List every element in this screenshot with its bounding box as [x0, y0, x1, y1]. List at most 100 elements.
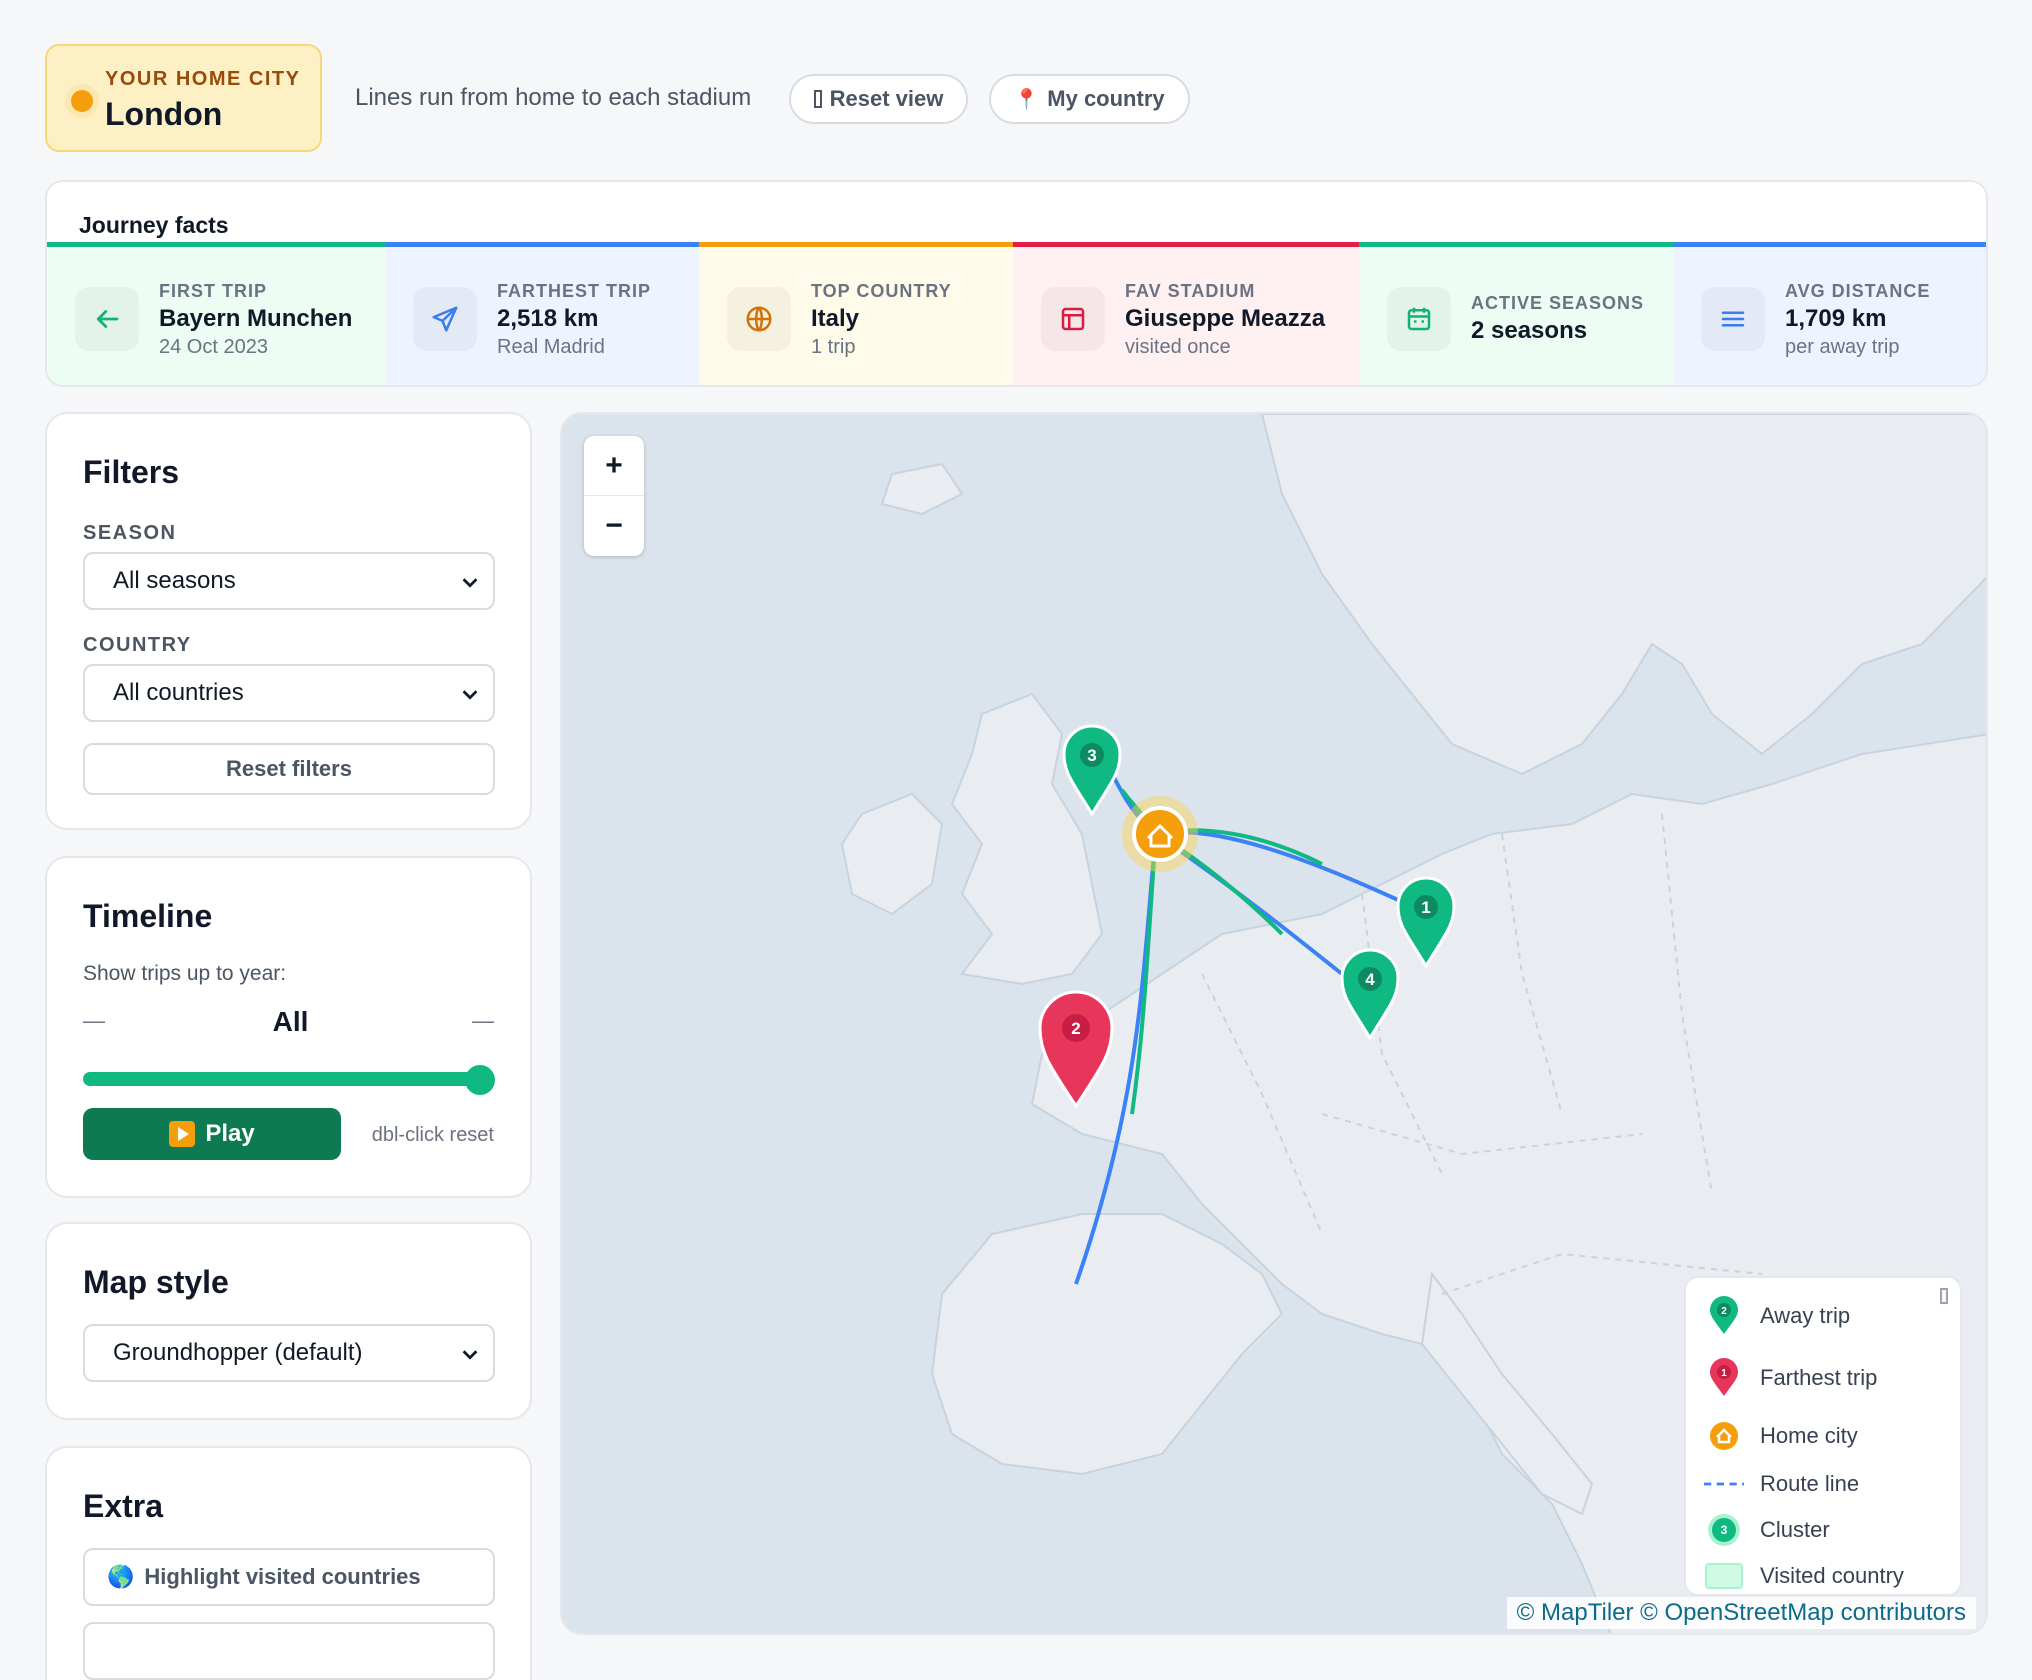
- away-pin-icon: 2: [1704, 1296, 1744, 1336]
- fact-value: 1,709 km: [1785, 305, 1887, 332]
- globe-icon: 🌎: [107, 1564, 135, 1589]
- map-legend: 2 Away trip 1 Farthest trip Home city Ro…: [1684, 1276, 1962, 1596]
- fact-sub: 1 trip: [811, 336, 856, 358]
- home-kicker: YOUR HOME CITY: [105, 68, 301, 90]
- legend-label: Farthest trip: [1760, 1365, 1878, 1390]
- country-select-value: All countries: [113, 679, 244, 706]
- season-select[interactable]: All seasons: [83, 552, 495, 610]
- fact-label: TOP COUNTRY: [811, 281, 952, 301]
- timeline-title: Timeline: [83, 898, 213, 934]
- fact-sub: visited once: [1125, 336, 1231, 358]
- fact-sub: per away trip: [1785, 336, 1900, 358]
- fact-farthest-trip: FARTHEST TRIP 2,518 km Real Madrid: [385, 242, 699, 385]
- highlight-visited-label: Highlight visited countries: [144, 1564, 421, 1589]
- timeline-slider-handle[interactable]: [465, 1065, 495, 1095]
- zoom-out-button[interactable]: −: [584, 496, 644, 556]
- reset-icon: [813, 90, 822, 108]
- legend-label: Cluster: [1760, 1517, 1830, 1542]
- fact-active-seasons: ACTIVE SEASONS 2 seasons: [1359, 242, 1673, 385]
- marker-label: 2: [1071, 1019, 1080, 1038]
- extra-card: Extra 🌎 Highlight visited countries: [45, 1446, 532, 1680]
- home-city-name: London: [105, 96, 223, 132]
- timeline-hint: dbl-click reset: [371, 1124, 494, 1146]
- reset-view-label: Reset view: [829, 86, 944, 111]
- chevron-down-icon: [462, 578, 478, 588]
- fact-label: FAV STADIUM: [1125, 281, 1256, 301]
- timeline-caption: Show trips up to year:: [83, 962, 287, 985]
- routes-hint: Lines run from home to each stadium: [355, 84, 752, 111]
- calendar-icon: [1387, 287, 1451, 351]
- home-city-marker[interactable]: [1132, 806, 1188, 862]
- reset-view-button[interactable]: Reset view: [789, 74, 968, 124]
- extra-button-2[interactable]: [83, 1622, 495, 1680]
- legend-cluster: 3 Cluster: [1704, 1510, 1830, 1550]
- farthest-pin-icon: 1: [1704, 1358, 1744, 1398]
- timeline-max: —: [472, 1008, 494, 1033]
- map-canvas[interactable]: 3 1 4 2 + − 2 Away trip 1 Farthest trip …: [560, 412, 1988, 1635]
- marker-label: 4: [1365, 970, 1375, 989]
- legend-collapse-icon[interactable]: [1940, 1288, 1948, 1304]
- fact-sub: 24 Oct 2023: [159, 336, 268, 358]
- timeline-card: Timeline Show trips up to year: — All — …: [45, 856, 532, 1198]
- legend-home-city: Home city: [1704, 1416, 1858, 1456]
- fact-value: Giuseppe Meazza: [1125, 305, 1326, 332]
- home-dot-icon: [71, 90, 93, 112]
- fact-avg-distance: AVG DISTANCE 1,709 km per away trip: [1673, 242, 1986, 385]
- play-button[interactable]: Play: [83, 1108, 341, 1160]
- home-icon: [1704, 1416, 1744, 1456]
- legend-symbol-text: 2: [1721, 1306, 1727, 1317]
- filters-card: Filters SEASON All seasons COUNTRY All c…: [45, 412, 532, 830]
- fact-label: FARTHEST TRIP: [497, 281, 652, 301]
- dashed-line-icon: [1704, 1464, 1744, 1504]
- map-style-title: Map style: [83, 1264, 229, 1300]
- map-attribution[interactable]: © MapTiler © OpenStreetMap contributors: [1506, 1597, 1976, 1629]
- marker-label: 3: [1087, 746, 1096, 765]
- country-label: COUNTRY: [83, 634, 192, 656]
- my-country-button[interactable]: 📍 My country: [989, 74, 1190, 124]
- zoom-controls: + −: [584, 436, 644, 556]
- highlight-visited-button[interactable]: 🌎 Highlight visited countries: [83, 1548, 495, 1606]
- menu-icon: [1701, 287, 1765, 351]
- stadium-icon: [1041, 287, 1105, 351]
- fact-top-country: TOP COUNTRY Italy 1 trip: [699, 242, 1013, 385]
- chevron-down-icon: [462, 1350, 478, 1360]
- reset-filters-button[interactable]: Reset filters: [83, 743, 495, 795]
- my-country-label: My country: [1047, 86, 1165, 111]
- filters-title: Filters: [83, 454, 180, 490]
- map-style-card: Map style Groundhopper (default): [45, 1222, 532, 1420]
- cluster-icon: 3: [1704, 1510, 1744, 1550]
- country-select[interactable]: All countries: [83, 664, 495, 722]
- journey-facts-title: Journey facts: [79, 212, 229, 238]
- fact-fav-stadium: FAV STADIUM Giuseppe Meazza visited once: [1013, 242, 1359, 385]
- fact-value: 2 seasons: [1471, 317, 1588, 344]
- play-label: Play: [205, 1120, 255, 1147]
- chevron-down-icon: [462, 690, 478, 700]
- home-city-card: YOUR HOME CITY London: [45, 44, 322, 152]
- fact-value: Italy: [811, 305, 860, 332]
- play-icon: [169, 1121, 196, 1147]
- zoom-in-button[interactable]: +: [584, 436, 644, 496]
- legend-label: Home city: [1760, 1423, 1858, 1448]
- fact-label: FIRST TRIP: [159, 281, 267, 301]
- legend-farthest-trip: 1 Farthest trip: [1704, 1358, 1877, 1398]
- pin-icon: 📍: [1014, 88, 1040, 111]
- arrow-left-icon: [75, 287, 139, 351]
- send-icon: [413, 287, 477, 351]
- fact-label: AVG DISTANCE: [1785, 281, 1931, 301]
- timeline-slider-track[interactable]: [83, 1072, 489, 1086]
- legend-label: Away trip: [1760, 1303, 1851, 1328]
- fact-value: Bayern Munchen: [159, 305, 353, 332]
- marker-label: 1: [1421, 898, 1430, 917]
- extra-title: Extra: [83, 1488, 164, 1524]
- visited-swatch-icon: [1704, 1556, 1744, 1596]
- map-style-select[interactable]: Groundhopper (default): [83, 1324, 495, 1382]
- legend-label: Route line: [1760, 1471, 1860, 1496]
- legend-symbol-text: 3: [1721, 1523, 1728, 1537]
- fact-label: ACTIVE SEASONS: [1471, 293, 1645, 313]
- legend-away-trip: 2 Away trip: [1704, 1296, 1850, 1336]
- legend-route-line: Route line: [1704, 1464, 1859, 1504]
- fact-value: 2,518 km: [497, 305, 599, 332]
- legend-symbol-text: 1: [1721, 1368, 1727, 1379]
- season-select-value: All seasons: [113, 567, 236, 594]
- fact-sub: Real Madrid: [497, 336, 605, 358]
